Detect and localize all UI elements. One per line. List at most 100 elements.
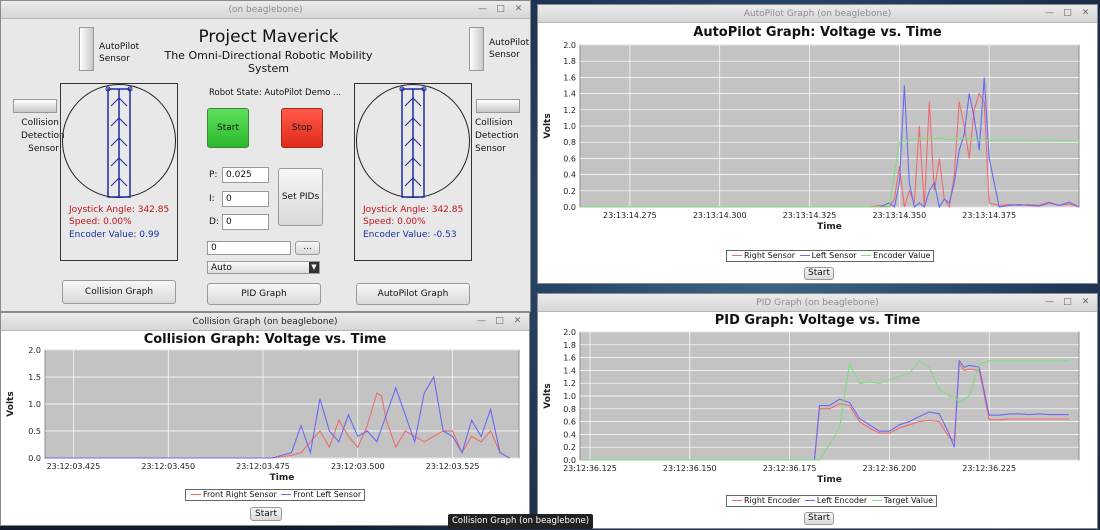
close-icon[interactable]: ✕ [512,316,523,327]
left-robot-frame-icon [105,86,133,198]
start-button[interactable]: Start [207,108,249,148]
x-tick-label: 23:12:03.475 [236,462,290,471]
y-tick-label: 1.2 [563,379,576,388]
y-tick-label: 1.6 [563,73,576,82]
app-title: Project Maverick [198,27,339,47]
p-input[interactable]: 0.025 [222,167,269,183]
legend-right-encoder: Right Encoder [744,496,801,505]
y-tick-label: 1.0 [563,392,576,401]
y-axis-label: Volts [543,113,553,138]
i-label: I: [209,194,215,204]
x-axis-label: Time [817,222,842,232]
chevron-down-icon: ▼ [309,262,319,273]
x-tick-label: 23:12:36.175 [763,464,817,473]
y-tick-label: 2.0 [28,346,41,355]
minimize-icon[interactable]: — [1044,297,1055,308]
maximize-icon[interactable]: □ [1062,8,1073,19]
legend-right-sensor: Right Sensor [744,251,796,260]
close-icon[interactable]: ✕ [1080,8,1091,19]
pid-graph-window: PID Graph (on beaglebone) — □ ✕ PID Grap… [537,293,1098,529]
set-pids-button[interactable]: Set PIDs [278,168,323,226]
autopilot-sensor-right-bar [469,27,484,71]
collision-legend: Front Right Sensor Front Left Sensor [185,489,366,501]
y-tick-label: 1.4 [563,90,576,99]
collision-sensor-right-label: Collision Detection Sensor [475,118,519,154]
x-tick-label: 23:12:03.525 [426,462,480,471]
legend-swatch [871,500,882,501]
stop-button[interactable]: Stop [281,108,323,148]
collision-graph-window: Collision Graph (on beaglebone) — □ ✕ Co… [0,312,530,526]
collision-titlebar[interactable]: Collision Graph (on beaglebone) — □ ✕ [1,313,529,331]
collision-chart: 0.0 0.5 1.0 1.5 2.0 23:12:03.425 23:12:03.450 2… [1,346,529,492]
browse-button[interactable]: ... [295,241,320,255]
y-tick-label: 0.2 [563,443,576,452]
main-content: AutoPilot Sensor AutoPilot Sensor Projec… [1,19,530,311]
autopilot-start-button[interactable]: Start [804,267,834,280]
close-icon[interactable]: ✕ [1080,297,1091,308]
x-tick-label: 23:12:03.425 [47,462,101,471]
pid-titlebar[interactable]: PID Graph (on beaglebone) — □ ✕ [538,294,1097,312]
i-input[interactable]: 0 [222,191,269,207]
d-input[interactable]: 0 [222,214,269,230]
y-tick-label: 0.4 [563,171,576,180]
close-icon[interactable]: ✕ [513,4,524,15]
mode-select[interactable]: Auto ▼ [207,261,320,274]
pid-graph-button[interactable]: PID Graph [207,283,321,305]
autopilot-titlebar[interactable]: AutoPilot Graph (on beaglebone) — □ ✕ [538,5,1097,23]
pid-window-title: PID Graph (on beaglebone) [756,298,879,308]
collision-start-button[interactable]: Start [250,507,282,521]
y-axis-label: Volts [6,391,16,416]
right-speed: Speed: 0.00% [363,217,426,227]
autopilot-graph-button[interactable]: AutoPilot Graph [356,283,470,305]
collision-graph-button[interactable]: Collision Graph [62,280,176,304]
left-encoder-value: Encoder Value: 0.99 [69,230,160,240]
robot-state: Robot State: AutoPilot Demo ... [209,88,342,98]
autopilot-graph-window: AutoPilot Graph (on beaglebone) — □ ✕ Au… [537,4,1098,284]
minimize-icon[interactable]: — [477,4,488,15]
minimize-icon[interactable]: — [1044,8,1055,19]
y-tick-label: 0.0 [28,454,41,463]
left-wheel-panel: Joystick Angle: 342.85 Speed: 0.00% Enco… [60,83,178,261]
pid-chart-title: PID Graph: Voltage vs. Time [714,313,921,328]
legend-swatch [281,494,292,495]
maximize-icon[interactable]: □ [494,316,505,327]
y-tick-label: 0.6 [563,418,576,427]
y-tick-label: 0.8 [563,138,576,147]
collision-chart-title: Collision Graph: Voltage vs. Time [143,332,387,347]
x-tick-label: 23:13:14.350 [872,211,926,220]
x-tick-label: 23:13:14.300 [693,211,747,220]
y-tick-label: 1.6 [563,354,576,363]
y-tick-label: 1.2 [563,106,576,115]
command-input[interactable]: 0 [207,241,291,255]
legend-front-right: Front Right Sensor [203,490,277,499]
taskbar-tooltip: Collision Graph (on beaglebone) [448,514,594,529]
d-label: D: [209,217,219,227]
maximize-icon[interactable]: □ [1062,297,1073,308]
legend-target-value: Target Value [883,496,933,505]
legend-swatch [732,255,742,256]
maximize-icon[interactable]: □ [495,4,506,15]
y-tick-label: 1.8 [563,341,576,350]
x-axis-label: Time [270,473,295,483]
minimize-icon[interactable]: — [476,316,487,327]
collision-sensor-left-label: Collision Detection Sensor [21,118,65,154]
y-tick-label: 0.6 [563,154,576,163]
main-titlebar[interactable]: (on beaglebone) — □ ✕ [1,1,530,19]
y-tick-label: 1.5 [28,373,41,382]
y-tick-label: 1.4 [563,366,576,375]
legend-swatch [804,500,815,501]
y-axis-label: Volts [543,383,553,408]
y-tick-label: 0.2 [563,187,576,196]
y-tick-label: 0.0 [563,203,576,212]
y-tick-label: 1.0 [28,400,41,409]
autopilot-sensor-right-label: AutoPilot Sensor [489,38,530,60]
pid-start-button[interactable]: Start [804,512,834,525]
pid-chart: 0.0 0.2 0.4 0.6 0.8 1.0 1.2 1.4 1.6 1.8 2.0 23:12:3… [538,328,1097,496]
y-tick-label: 1.8 [563,57,576,66]
x-tick-label: 23:13:14.325 [783,211,837,220]
autopilot-sensor-left-label: AutoPilot Sensor [99,42,140,64]
autopilot-chart-title: AutoPilot Graph: Voltage vs. Time [693,25,942,40]
legend-left-sensor: Left Sensor [811,251,857,260]
x-tick-label: 23:12:03.450 [141,462,195,471]
y-tick-label: 0.8 [563,405,576,414]
